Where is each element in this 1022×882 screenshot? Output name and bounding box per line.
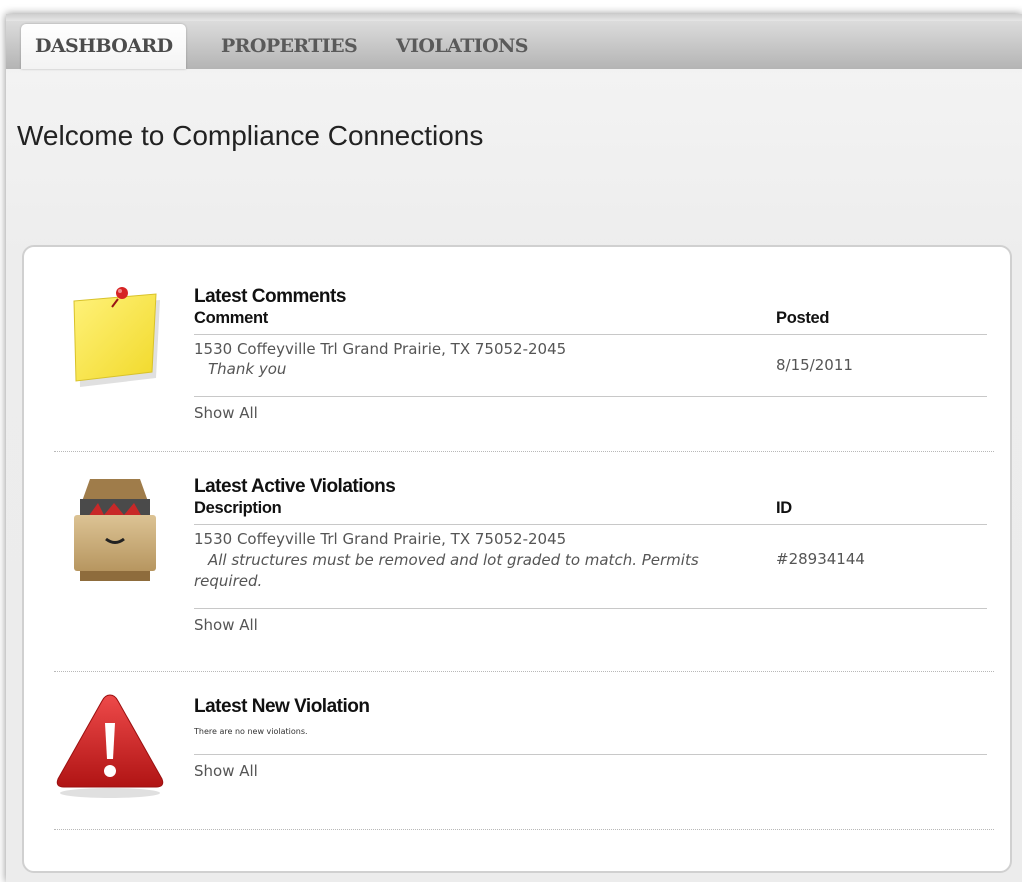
- comment-text: Thank you: [208, 360, 287, 378]
- active-violations-header: Description ID: [194, 499, 987, 525]
- warning-icon: [54, 691, 166, 807]
- top-band: [6, 14, 1022, 21]
- active-violations-show-all-link[interactable]: Show All: [194, 609, 258, 634]
- page-title: Welcome to Compliance Connections: [17, 120, 484, 151]
- drawer-icon: [54, 469, 160, 593]
- violation-id: #28934144: [776, 550, 865, 568]
- violation-row: 1530 Coffeyville Trl Grand Prairie, TX 7…: [194, 525, 987, 609]
- new-violation-content: Latest New Violation There are no new vi…: [194, 695, 987, 780]
- comment-address: 1530 Coffeyville Trl Grand Prairie, TX 7…: [194, 340, 567, 358]
- col-posted: Posted: [776, 309, 830, 327]
- col-comment: Comment: [194, 309, 268, 327]
- comments-content: Latest Comments Comment Posted 1530 Coff…: [194, 285, 987, 422]
- violation-address: 1530 Coffeyville Trl Grand Prairie, TX 7…: [194, 530, 567, 548]
- comments-title: Latest Comments: [194, 286, 346, 307]
- section-divider: [54, 829, 994, 830]
- tab-bar: DASHBOARD PROPERTIES VIOLATIONS: [6, 21, 1022, 69]
- violation-description: All structures must be removed and lot g…: [194, 551, 699, 590]
- dashboard-panel: Latest Comments Comment Posted 1530 Coff…: [22, 245, 1012, 873]
- tab-violations[interactable]: VIOLATIONS: [396, 24, 529, 69]
- col-description: Description: [194, 499, 282, 517]
- section-divider: [54, 671, 994, 672]
- new-violation-title: Latest New Violation: [194, 696, 370, 717]
- no-violations-message: There are no new violations.: [194, 719, 987, 755]
- active-violations-content: Latest Active Violations Description ID …: [194, 475, 987, 634]
- comment-row: 1530 Coffeyville Trl Grand Prairie, TX 7…: [194, 335, 987, 397]
- comments-header: Comment Posted: [194, 309, 987, 335]
- col-id: ID: [776, 499, 792, 517]
- comments-show-all-link[interactable]: Show All: [194, 397, 258, 422]
- sticky-note-icon: [54, 281, 160, 399]
- app-window: DASHBOARD PROPERTIES VIOLATIONS Welcome …: [6, 14, 1022, 882]
- comment-posted-date: 8/15/2011: [776, 356, 853, 374]
- tab-properties[interactable]: PROPERTIES: [221, 24, 358, 69]
- tab-dashboard[interactable]: DASHBOARD: [21, 24, 187, 69]
- active-violations-title: Latest Active Violations: [194, 476, 396, 497]
- new-violation-show-all-link[interactable]: Show All: [194, 755, 258, 780]
- section-divider: [54, 451, 994, 452]
